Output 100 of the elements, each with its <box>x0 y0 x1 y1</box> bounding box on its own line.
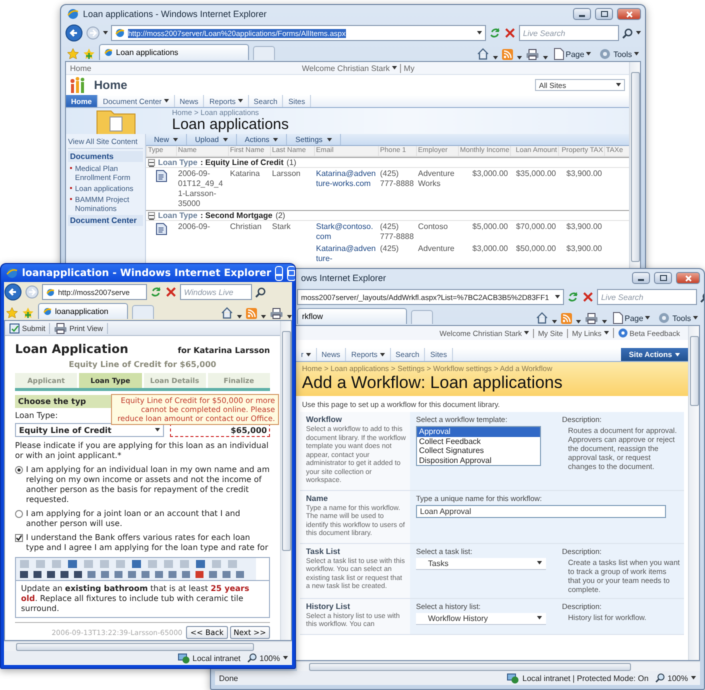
print-icon[interactable] <box>526 49 539 60</box>
search-icon[interactable] <box>255 286 266 298</box>
toolbar-menu-button[interactable]: Page <box>552 48 594 60</box>
favorites-star-icon[interactable] <box>67 48 79 60</box>
window-title: ows Internet Explorer <box>301 273 388 283</box>
loan-type-dropdown[interactable]: Equity Line of Credit <box>15 423 164 437</box>
maximize-button[interactable] <box>654 272 672 284</box>
top-link[interactable]: Home <box>70 64 92 72</box>
minimize-button[interactable] <box>632 272 650 284</box>
feed-icon[interactable] <box>560 313 572 324</box>
caret-icon <box>283 656 288 660</box>
browser-tab[interactable]: Loan applications <box>99 44 249 60</box>
minimize-button[interactable] <box>573 8 591 20</box>
toolbar-menu-button[interactable]: Tools <box>656 312 700 324</box>
caret-icon <box>634 52 639 56</box>
editor-toolbar-drawing[interactable] <box>16 558 256 580</box>
search-field[interactable]: Live Search <box>519 25 619 41</box>
caret-icon <box>477 31 482 35</box>
help-icon[interactable] <box>618 328 628 338</box>
zone-status: Local intranet <box>178 652 241 664</box>
listbox-option[interactable]: Collect Signatures <box>417 446 540 456</box>
feed-icon[interactable] <box>502 49 513 60</box>
back-icon[interactable] <box>65 24 83 42</box>
refresh-icon[interactable] <box>489 27 501 39</box>
top-link[interactable]: My <box>400 64 414 72</box>
stop-icon[interactable] <box>165 286 177 298</box>
table-cell[interactable]: Katarina@adventure-works.com <box>314 169 378 209</box>
group-count: (1) <box>286 158 296 167</box>
section-title: Task List <box>306 546 342 556</box>
toolbar-menu-button[interactable]: Tools <box>597 48 641 60</box>
document-icon <box>156 223 166 235</box>
template-listbox[interactable]: Approval Collect Feedback Collect Signatures Disposition Approval <box>416 426 541 466</box>
loan-summary: Equity Line of Credit for $65,000 <box>68 360 218 369</box>
zoom-level[interactable]: 100% <box>246 653 288 663</box>
caret-icon <box>675 352 680 356</box>
browser-tab[interactable]: rkflow <box>297 308 407 324</box>
search-field[interactable]: Live Search <box>597 289 698 305</box>
scrollbar[interactable] <box>280 321 291 640</box>
table-cell[interactable]: Katarina@adventure- <box>314 244 378 264</box>
name-field[interactable]: Loan Approval <box>416 504 666 518</box>
feed-icon[interactable] <box>246 308 257 319</box>
maximize-icon <box>600 11 608 17</box>
table-cell-text: (425) 777-8888 <box>379 222 415 242</box>
home-icon[interactable] <box>221 307 233 319</box>
rich-text-editor[interactable]: Update an existing bathroom that is at least 25 years old. Replace all fixtures to include tub with ceramic tile surround. <box>15 557 270 618</box>
home-icon[interactable] <box>536 312 548 324</box>
scrollbar[interactable] <box>629 62 640 268</box>
collapse-icon[interactable] <box>148 159 155 166</box>
home-icon[interactable] <box>476 48 489 60</box>
search-field[interactable]: Windows Live <box>180 284 252 300</box>
browser-tab[interactable]: loanapplication <box>38 303 128 319</box>
page-title: Loan applications <box>172 117 289 134</box>
checkbox[interactable] <box>15 534 23 542</box>
search-icon[interactable] <box>622 28 633 38</box>
list-dropdown[interactable]: Tasks <box>416 558 546 570</box>
radio-button[interactable] <box>15 466 23 474</box>
refresh-icon[interactable] <box>567 291 580 303</box>
horizontal-scrollbar[interactable] <box>4 641 292 651</box>
radio-button[interactable] <box>15 510 23 518</box>
stop-icon[interactable] <box>504 27 516 39</box>
print-icon[interactable] <box>270 308 283 319</box>
window-title: loanapplication - Windows Internet Explorer <box>22 268 272 278</box>
toolbar-menu-button[interactable]: Page <box>610 312 652 324</box>
site-title: Home <box>94 78 128 92</box>
table-cell-text: Larsson <box>271 169 302 180</box>
table-cell[interactable]: 2006-09-01T12_49_41-Larsson-35000 <box>176 169 228 209</box>
add-favorite-icon[interactable] <box>22 307 34 319</box>
submit-icon <box>9 322 20 334</box>
list-dropdown[interactable]: Workflow History <box>416 612 546 624</box>
table-cell[interactable]: Stark@contoso.com <box>314 222 378 242</box>
welcome-menu[interactable]: Welcome Christian Stark <box>302 64 397 72</box>
table-cell-text: $35,000.00 <box>514 169 557 180</box>
print-icon[interactable] <box>584 313 598 324</box>
quick-launch-heading[interactable]: Document Center <box>68 215 143 226</box>
close-icon <box>684 274 692 282</box>
caret-icon <box>392 66 397 70</box>
stop-icon[interactable] <box>582 291 594 303</box>
table-cell-text: $3,900.00 <box>565 222 603 233</box>
favorites-star-icon[interactable] <box>6 307 18 319</box>
listbox-option[interactable]: Collect Feedback <box>417 436 540 446</box>
table-cell[interactable]: 2006-09- <box>176 222 228 242</box>
form-title: Loan Application <box>15 342 128 356</box>
add-favorite-icon[interactable] <box>83 48 95 60</box>
collapse-icon[interactable] <box>148 212 155 219</box>
field-label: Loan Type: <box>15 411 58 420</box>
checkmark-icon <box>16 535 22 541</box>
caret-icon <box>636 31 641 35</box>
quick-launch-heading[interactable]: Documents <box>68 151 143 162</box>
print-icon[interactable] <box>54 322 68 334</box>
close-button[interactable] <box>676 272 700 284</box>
amount-field[interactable]: $65,000 <box>170 423 270 437</box>
listbox-option[interactable]: Approval <box>417 427 540 436</box>
horizontal-scrollbar[interactable] <box>297 661 700 671</box>
scrollbar[interactable] <box>688 326 699 660</box>
back-icon[interactable] <box>4 283 22 301</box>
zoom-level[interactable]: 100% <box>654 673 696 683</box>
maximize-button[interactable] <box>595 8 613 20</box>
refresh-icon[interactable] <box>150 286 162 298</box>
close-button[interactable] <box>617 8 641 20</box>
listbox-option[interactable]: Disposition Approval <box>417 456 540 465</box>
